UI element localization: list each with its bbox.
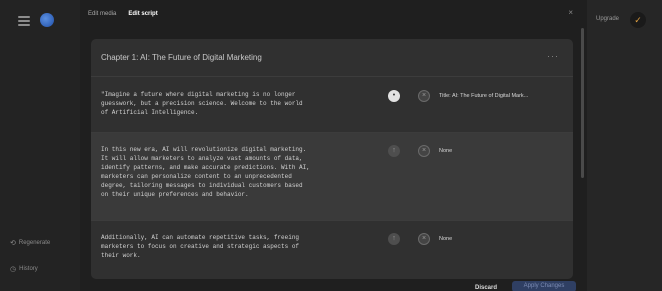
close-icon[interactable]: × <box>568 8 573 17</box>
sidebar: ⟲ Regenerate ◷ History <box>0 0 80 291</box>
regenerate-label: Regenerate <box>18 240 51 246</box>
expand-icon[interactable]: ↑ <box>388 233 400 245</box>
chapter-card: Chapter 1: AI: The Future of Digital Mar… <box>91 39 573 279</box>
regenerate-button[interactable]: ⟲ Regenerate <box>10 239 50 247</box>
upgrade-button[interactable]: Upgrade <box>596 16 619 22</box>
script-row[interactable]: In this new era, AI will revolutionize d… <box>91 133 573 221</box>
tab-edit-script[interactable]: Edit script <box>128 11 157 17</box>
image-icon[interactable]: × <box>418 233 430 245</box>
media-label: None <box>439 148 453 154</box>
discard-button[interactable]: Discard <box>475 285 497 291</box>
history-label: History <box>19 266 38 272</box>
user-icon[interactable]: ✓ <box>630 12 646 28</box>
regenerate-icon: ⟲ <box>10 240 16 247</box>
history-icon: ◷ <box>10 266 17 273</box>
image-icon[interactable]: × <box>418 90 430 102</box>
media-label: None <box>439 236 453 242</box>
menu-icon[interactable] <box>18 16 30 26</box>
script-row[interactable]: Additionally, AI can automate repetitive… <box>91 221 573 279</box>
script-row[interactable]: "Imagine a future where digital marketin… <box>91 77 573 133</box>
media-label: Title: AI: The Future of Digital Mark... <box>439 93 529 99</box>
script-text[interactable]: Additionally, AI can automate repetitive… <box>101 233 381 260</box>
chapter-header: Chapter 1: AI: The Future of Digital Mar… <box>91 39 573 77</box>
modal-footer: Discard Apply Changes <box>80 280 587 291</box>
history-button[interactable]: ◷ History <box>10 265 38 273</box>
script-text[interactable]: In this new era, AI will revolutionize d… <box>101 145 381 200</box>
scrollbar[interactable] <box>581 28 584 178</box>
script-text[interactable]: "Imagine a future where digital marketin… <box>101 90 381 117</box>
expand-icon[interactable]: ↑ <box>388 145 400 157</box>
more-icon[interactable]: ··· <box>547 51 559 61</box>
app-window: ⟲ Regenerate ◷ History Upgrade ✓ Edit me… <box>0 0 662 291</box>
image-icon[interactable]: × <box>418 145 430 157</box>
modal-tabs: Edit media Edit script <box>88 11 158 17</box>
globe-icon[interactable] <box>40 13 54 27</box>
apply-changes-button[interactable]: Apply Changes <box>512 281 576 291</box>
chapter-title[interactable]: Chapter 1: AI: The Future of Digital Mar… <box>101 53 262 62</box>
edit-script-modal: Edit media Edit script × Chapter 1: AI: … <box>80 0 587 291</box>
tab-edit-media[interactable]: Edit media <box>88 11 116 17</box>
expand-icon[interactable]: • <box>388 90 400 102</box>
